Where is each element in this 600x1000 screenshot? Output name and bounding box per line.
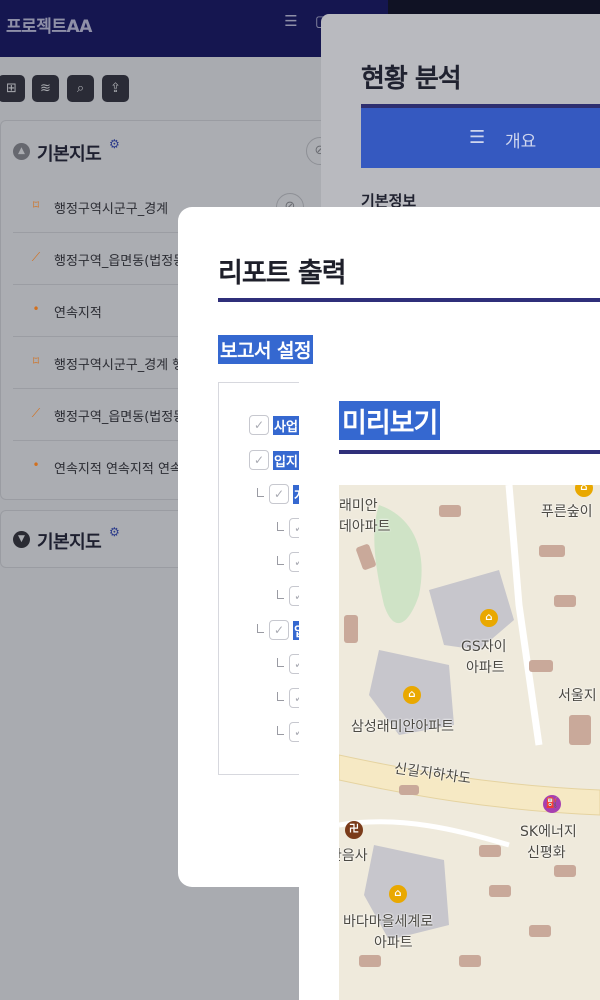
layer-label: 행정구역시군구_경계 — [54, 202, 169, 217]
tab-overview[interactable]: ☰ 개요 — [361, 108, 600, 168]
tree-connector — [257, 624, 264, 633]
point-icon: • — [32, 458, 40, 472]
map-label: 신평화 — [527, 845, 566, 861]
tree-connector — [277, 692, 284, 701]
layer-label: 행정구역_읍면동(법정동 — [54, 410, 186, 425]
polygon-icon: ⌑ — [32, 198, 40, 212]
checkbox[interactable]: ✓ — [269, 620, 289, 640]
title-divider — [339, 450, 600, 454]
app-title: 프로젝트AA — [6, 17, 92, 37]
preview-modal: 미리보기 ⌂ ⌂ ⌂ ⛽ 卍 ⌂ 래미안 데아파트 푸른숲이 GS자이 아파트 … — [299, 365, 600, 1000]
map-label: SK에너지 — [520, 824, 577, 840]
layer-label: 행정구역시군구_경계 행 — [54, 358, 185, 373]
top-bar-dark — [388, 0, 600, 14]
checkbox[interactable]: ✓ — [269, 484, 289, 504]
map-label: 데아파트 — [339, 519, 391, 535]
gear-icon[interactable]: ⚙ — [109, 137, 120, 151]
tree-item-label: 입지 — [273, 451, 299, 470]
group-title: 기본지도 — [37, 144, 102, 165]
layer-label: 연속지적 — [54, 306, 102, 321]
tree-connector — [277, 556, 284, 565]
tree-item-label: 사업 — [273, 416, 299, 435]
apartment-marker-icon[interactable]: ⌂ — [480, 609, 498, 627]
title-divider — [218, 298, 600, 302]
map-label: 아파트 — [466, 660, 505, 676]
analysis-title: 현황 분석 — [361, 64, 462, 94]
polygon-icon: ⌑ — [32, 354, 40, 368]
point-icon: • — [32, 302, 40, 316]
server-icon: ☰ — [469, 127, 486, 148]
search-icon[interactable]: ⌕ — [67, 75, 94, 102]
apartment-marker-icon[interactable]: ⌂ — [403, 686, 421, 704]
map-label: 푸른숲이 — [541, 504, 593, 520]
line-icon: ⟋ — [31, 406, 41, 420]
checkbox[interactable]: ✓ — [249, 415, 269, 435]
checkbox[interactable]: ✓ — [249, 450, 269, 470]
gear-icon[interactable]: ⚙ — [109, 525, 120, 539]
add-folder-icon[interactable]: ⊞ — [0, 75, 25, 102]
temple-icon[interactable]: 卍 — [345, 821, 363, 839]
expand-icon[interactable]: ▼ — [13, 531, 30, 548]
apartment-marker-icon[interactable]: ⌂ — [389, 885, 407, 903]
upload-icon[interactable]: ⇪ — [102, 75, 129, 102]
tree-connector — [257, 488, 264, 497]
add-layer-icon[interactable]: ≋ — [32, 75, 59, 102]
tree-connector — [277, 590, 284, 599]
tab-label: 개요 — [505, 132, 537, 152]
map-label: 서울지 — [558, 688, 597, 704]
preview-map[interactable]: ⌂ ⌂ ⌂ ⛽ 卍 ⌂ 래미안 데아파트 푸른숲이 GS자이 아파트 서울지 삼… — [339, 485, 600, 1000]
layer-label: 연속지적 연속지적 연속 — [54, 462, 182, 477]
tree-connector — [277, 658, 284, 667]
map-label: 삼성래미안아파트 — [351, 719, 455, 735]
map-label: 래미안 — [339, 498, 378, 514]
map-label: 관음사 — [339, 848, 368, 864]
group-title: 기본지도 — [37, 532, 102, 553]
map-label: 아파트 — [374, 935, 413, 951]
list-icon[interactable]: ☰ — [282, 12, 300, 30]
map-label: 바다마을세계로 — [343, 914, 434, 930]
gas-station-icon[interactable]: ⛽ — [543, 795, 561, 813]
map-label: GS자이 — [461, 639, 507, 655]
preview-title: 미리보기 — [339, 401, 441, 440]
tree-connector — [277, 726, 284, 735]
collapse-icon[interactable]: ▲ — [13, 143, 30, 160]
street — [505, 485, 543, 746]
layer-label: 행정구역_읍면동(법정동 — [54, 254, 186, 269]
street — [339, 819, 510, 848]
settings-title: 보고서 설정 — [218, 335, 314, 364]
line-icon: ⟋ — [31, 250, 41, 264]
report-title: 리포트 출력 — [218, 258, 347, 289]
tree-connector — [277, 522, 284, 531]
